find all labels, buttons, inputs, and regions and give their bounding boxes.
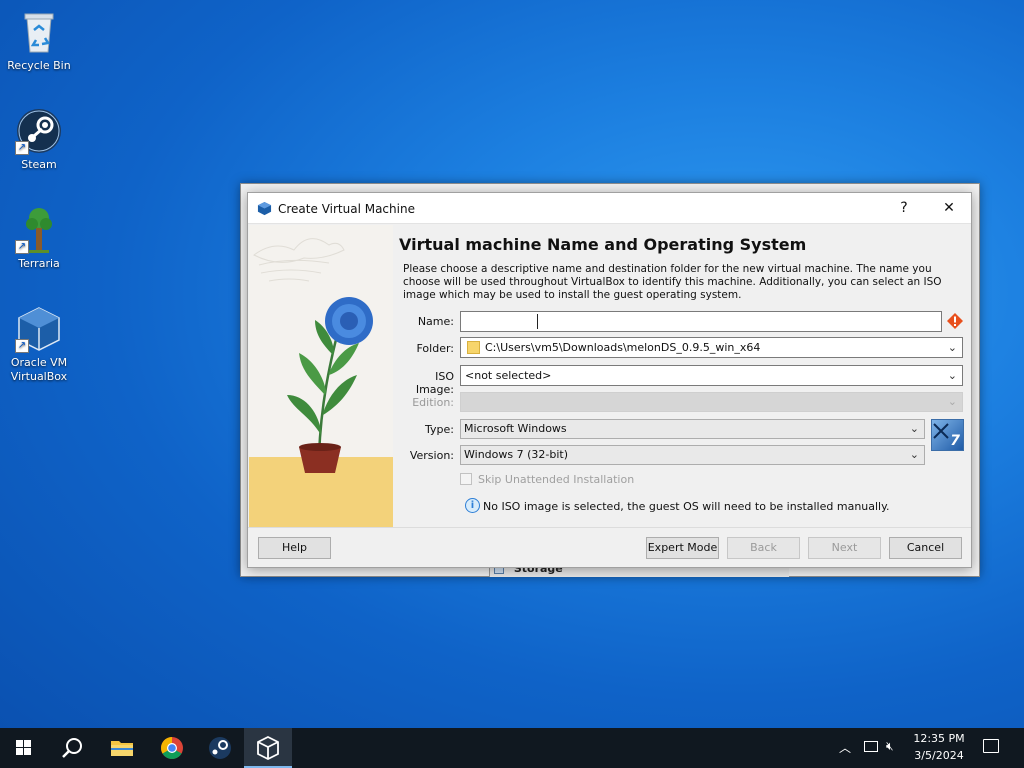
taskbar-steam[interactable]: [196, 728, 244, 768]
chevron-down-icon[interactable]: ⌄: [910, 420, 919, 438]
chevron-down-icon[interactable]: ⌄: [910, 446, 919, 464]
skip-unattended-checkbox: [460, 473, 472, 485]
folder-path: C:\Users\vm5\Downloads\melonDS_0.9.5_win…: [485, 341, 761, 354]
desktop-icon-recycle-bin[interactable]: Recycle Bin: [4, 8, 74, 73]
shortcut-arrow-icon: ↗: [15, 240, 29, 254]
version-label: Version:: [409, 449, 454, 462]
help-question-button[interactable]: ?: [882, 193, 926, 223]
back-button[interactable]: Back: [727, 537, 800, 559]
page-heading: Virtual machine Name and Operating Syste…: [399, 235, 807, 254]
help-button[interactable]: Help: [258, 537, 331, 559]
taskbar: ︿ 🔇︎ 12:35 PM 3/5/2024: [0, 728, 1024, 768]
name-input[interactable]: [460, 311, 942, 332]
error-icon: [947, 313, 963, 329]
iso-image-label: ISO Image:: [415, 370, 454, 396]
taskbar-virtualbox[interactable]: [244, 728, 292, 768]
edition-select: ⌄: [460, 392, 963, 412]
os-windows7-icon: 7: [931, 419, 964, 451]
search-icon: [62, 738, 82, 758]
search-button[interactable]: [48, 728, 96, 768]
iso-image-selector[interactable]: <not selected> ⌄: [460, 365, 963, 386]
next-button[interactable]: Next: [808, 537, 881, 559]
page-description: Please choose a descriptive name and des…: [403, 263, 942, 301]
desktop-icon-label: Steam: [21, 158, 57, 171]
clock-date[interactable]: 3/5/2024: [908, 749, 970, 762]
folder-icon: [467, 341, 480, 354]
chevron-down-icon[interactable]: ⌄: [948, 366, 957, 385]
iso-image-value: <not selected>: [465, 369, 552, 382]
os-badge-text: 7: [950, 433, 960, 449]
virtualbox-small-icon: [257, 201, 272, 216]
name-label: Name:: [417, 315, 454, 328]
expert-mode-button[interactable]: Expert Mode: [646, 537, 719, 559]
terraria-tree-icon: ↗: [15, 206, 63, 254]
tray-overflow-chevron-icon[interactable]: ︿: [839, 739, 851, 756]
dialog-title: Create Virtual Machine: [278, 202, 415, 216]
desktop-icon-virtualbox[interactable]: ↗ Oracle VM VirtualBox: [4, 305, 74, 384]
start-button[interactable]: [0, 728, 48, 768]
desktop-icon-terraria[interactable]: ↗ Terraria: [4, 206, 74, 271]
dialog-titlebar[interactable]: Create Virtual Machine ? ✕: [248, 193, 971, 224]
desktop-icon-label: Terraria: [18, 257, 60, 270]
desktop-icon-label: Oracle VM VirtualBox: [10, 356, 68, 383]
wizard-illustration: [249, 225, 393, 527]
steam-icon: ↗: [15, 107, 63, 155]
type-label: Type:: [425, 423, 454, 436]
edition-label: Edition:: [412, 396, 454, 409]
folder-label: Folder:: [416, 342, 454, 355]
info-icon: i: [465, 498, 480, 513]
virtualbox-icon: [257, 735, 279, 761]
footer-divider: [248, 527, 971, 528]
recycle-bin-icon: [15, 8, 63, 56]
desktop-icon-steam[interactable]: ↗ Steam: [4, 107, 74, 172]
taskbar-file-explorer[interactable]: [98, 728, 146, 768]
virtualbox-icon: ↗: [15, 305, 63, 353]
version-select[interactable]: Windows 7 (32-bit) ⌄: [460, 445, 925, 465]
type-value: Microsoft Windows: [464, 422, 567, 435]
folder-icon: [111, 741, 133, 756]
cancel-button[interactable]: Cancel: [889, 537, 962, 559]
chevron-down-icon[interactable]: ⌄: [948, 338, 957, 357]
desktop-icon-label: Recycle Bin: [7, 59, 71, 72]
skip-unattended-label: Skip Unattended Installation: [478, 473, 635, 486]
version-value: Windows 7 (32-bit): [464, 448, 568, 461]
shortcut-arrow-icon: ↗: [15, 339, 29, 353]
folder-selector[interactable]: C:\Users\vm5\Downloads\melonDS_0.9.5_win…: [460, 337, 963, 358]
network-icon[interactable]: [864, 741, 878, 752]
volume-muted-icon[interactable]: 🔇︎: [886, 739, 894, 754]
windows-logo-icon: [16, 740, 31, 755]
chrome-icon: [161, 737, 183, 759]
shortcut-arrow-icon: ↗: [15, 141, 29, 155]
chevron-down-icon: ⌄: [947, 395, 957, 408]
steam-icon: [209, 737, 231, 759]
notification-icon[interactable]: [983, 739, 999, 753]
taskbar-chrome[interactable]: [148, 728, 196, 768]
type-select[interactable]: Microsoft Windows ⌄: [460, 419, 925, 439]
clock-time[interactable]: 12:35 PM: [908, 732, 970, 745]
info-message: No ISO image is selected, the guest OS w…: [483, 500, 890, 513]
create-vm-dialog[interactable]: Create Virtual Machine ? ✕ Virtual machi…: [247, 192, 972, 568]
text-cursor: [537, 314, 538, 329]
close-button[interactable]: ✕: [927, 193, 971, 223]
